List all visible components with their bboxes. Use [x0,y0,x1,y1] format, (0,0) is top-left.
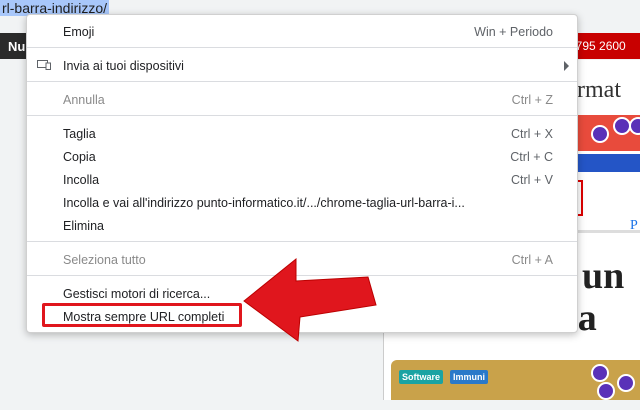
page-nav-bar [577,154,640,172]
menu-item-undo[interactable]: Annulla Ctrl + Z [27,89,577,111]
page-headline-fragment: rmat [577,77,621,103]
menu-item-shortcut: Ctrl + A [511,253,553,267]
menu-separator [27,47,577,48]
virus-icon [591,364,609,382]
menu-item-delete[interactable]: Elimina [27,215,577,237]
menu-item-label: Incolla e vai all'indirizzo punto-inform… [63,196,465,210]
menu-item-paste-and-go[interactable]: Incolla e vai all'indirizzo punto-inform… [27,192,577,214]
menu-item-paste[interactable]: Incolla Ctrl + V [27,169,577,191]
annotation-highlight-box [42,303,242,327]
menu-item-shortcut: Ctrl + C [510,150,553,164]
menu-item-label: Invia ai tuoi dispositivi [63,59,184,73]
menu-item-label: Incolla [63,173,100,187]
annotation-arrow-icon [243,257,377,342]
menu-item-copy[interactable]: Copia Ctrl + C [27,146,577,168]
virus-icon [591,125,609,143]
menu-item-shortcut: Ctrl + V [510,173,553,187]
virus-icon [617,374,635,392]
menu-item-label: Taglia [63,127,96,141]
chevron-right-icon [564,61,569,71]
page-banner-image [577,115,640,151]
menu-item-shortcut: Ctrl + X [510,127,553,141]
menu-item-label: Emoji [63,25,95,39]
divider [577,230,640,233]
menu-item-cut[interactable]: Taglia Ctrl + X [27,123,577,145]
virus-icon [629,117,640,135]
menu-item-label: Copia [63,150,96,164]
menu-item-label: Elimina [63,219,104,233]
menu-separator [27,241,577,242]
menu-item-shortcut: Ctrl + Z [511,93,553,107]
menu-item-label: Annulla [63,93,105,107]
menu-item-send-to-devices[interactable]: Invia ai tuoi dispositivi [27,55,577,77]
menu-item-shortcut: Win + Periodo [474,25,553,39]
menu-separator [27,115,577,116]
category-badge-software[interactable]: Software [399,370,444,384]
category-badge-immuni[interactable]: Immuni [450,370,489,384]
menu-item-label: Gestisci motori di ricerca... [63,287,211,301]
menu-item-emoji[interactable]: Emoji Win + Periodo [27,21,577,43]
menu-item-label: Seleziona tutto [63,253,146,267]
bookmark-item[interactable]: Nu [8,39,25,54]
menu-separator [27,81,577,82]
device-icon [37,60,51,70]
virus-icon [597,382,615,400]
